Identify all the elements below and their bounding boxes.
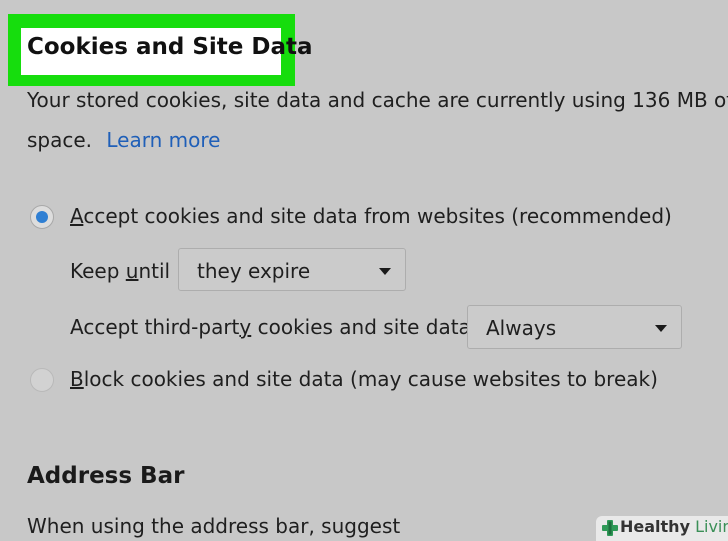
address-bar-section-title: Address Bar: [27, 463, 185, 489]
keep-until-label-first: Keep: [70, 259, 126, 283]
learn-more-link[interactable]: Learn more: [106, 128, 220, 152]
block-cookies-label-rest: lock cookies and site data (may cause we…: [83, 367, 658, 391]
chevron-down-icon: [655, 325, 667, 332]
block-cookies-radio[interactable]: [30, 368, 54, 392]
keep-until-dropdown[interactable]: they expire: [178, 248, 406, 291]
watermark-text-regular: Living: [695, 517, 728, 536]
watermark-text: Healthy Living: [620, 517, 728, 536]
accept-cookies-radio[interactable]: [30, 205, 54, 229]
cookies-section-title: Cookies and Site Data: [27, 34, 313, 60]
accept-cookies-label[interactable]: Accept cookies and site data from websit…: [70, 204, 672, 228]
cookies-description-line1: Your stored cookies, site data and cache…: [27, 88, 728, 112]
block-cookies-label[interactable]: Block cookies and site data (may cause w…: [70, 367, 658, 391]
third-party-label: Accept third-party cookies and site data: [70, 315, 471, 339]
watermark-text-bold: Healthy: [620, 517, 690, 536]
third-party-label-accesskey: y: [239, 315, 252, 339]
chevron-down-icon: [379, 268, 391, 275]
third-party-label-first: Accept third-part: [70, 315, 240, 339]
keep-until-label-rest: ntil: [138, 259, 171, 283]
keep-until-label: Keep until: [70, 259, 170, 283]
plus-cross-icon: [602, 520, 618, 536]
accept-cookies-label-rest: ccept cookies and site data from website…: [83, 204, 672, 228]
third-party-dropdown-value: Always: [486, 316, 557, 340]
third-party-dropdown[interactable]: Always: [467, 305, 682, 349]
cookies-description-space: space.: [27, 128, 93, 152]
cookies-description-line2: space. Learn more: [27, 128, 220, 152]
block-cookies-label-accesskey: B: [70, 367, 84, 391]
third-party-label-rest: cookies and site data: [251, 315, 471, 339]
accept-cookies-label-accesskey: A: [70, 204, 84, 228]
keep-until-dropdown-value: they expire: [197, 259, 311, 283]
keep-until-label-accesskey: u: [125, 259, 139, 283]
address-bar-description: When using the address bar, suggest: [27, 514, 401, 538]
